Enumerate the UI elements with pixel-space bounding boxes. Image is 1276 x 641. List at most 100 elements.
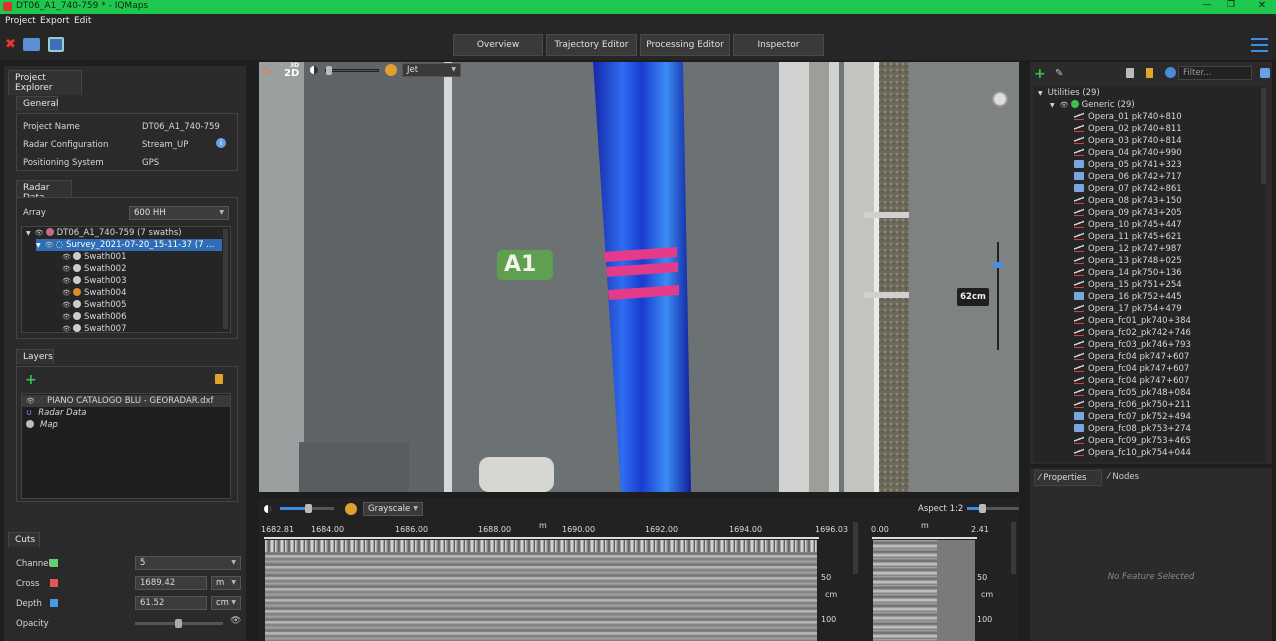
radargram[interactable] bbox=[265, 540, 817, 641]
opacity-slider[interactable] bbox=[135, 619, 223, 628]
utility-item[interactable]: Opera_fc04 pk747+607 bbox=[1074, 375, 1189, 387]
utility-item[interactable]: Opera_fc10_pk754+044 bbox=[1074, 447, 1191, 459]
utility-filter-input[interactable]: Filter... bbox=[1178, 66, 1252, 80]
side-radargram[interactable] bbox=[873, 540, 975, 641]
menu-edit[interactable]: Edit bbox=[74, 16, 91, 26]
utility-item[interactable]: Opera_07 pk742+861 bbox=[1074, 183, 1182, 195]
utility-item[interactable]: Opera_12 pk747+987 bbox=[1074, 243, 1182, 255]
utility-item[interactable]: Opera_14 pk750+136 bbox=[1074, 267, 1182, 279]
hamburger-menu-icon[interactable] bbox=[1251, 38, 1268, 52]
edit-icon[interactable]: ✎ bbox=[1055, 68, 1063, 79]
aspect-slider[interactable] bbox=[967, 504, 1019, 513]
tree-item-swath[interactable]: 👁 Swath001 bbox=[62, 251, 127, 263]
depth-unit-select[interactable]: cm bbox=[211, 596, 241, 610]
add-layer-icon[interactable]: + bbox=[25, 372, 37, 388]
tab-trajectory-editor[interactable]: Trajectory Editor bbox=[546, 34, 637, 56]
tree-scrollbar[interactable] bbox=[223, 229, 228, 329]
utility-item[interactable]: Opera_fc01_pk740+384 bbox=[1074, 315, 1191, 327]
close-window-icon[interactable]: ✕ bbox=[1255, 0, 1269, 14]
utility-item[interactable]: Opera_fc03_pk746+793 bbox=[1074, 339, 1191, 351]
tab-properties[interactable]: ⁄ Properties bbox=[1034, 470, 1102, 486]
colormap-select[interactable]: Jet bbox=[402, 63, 461, 77]
utility-item[interactable]: Opera_11 pk745+621 bbox=[1074, 231, 1182, 243]
restore-icon[interactable]: ❐ bbox=[1224, 0, 1238, 14]
utility-item[interactable]: Opera_fc02_pk742+746 bbox=[1074, 327, 1191, 339]
utility-item[interactable]: Opera_fc06_pk750+211 bbox=[1074, 399, 1191, 411]
cross-unit-select[interactable]: m bbox=[211, 576, 241, 590]
depth-slider[interactable] bbox=[993, 242, 1003, 350]
tab-overview[interactable]: Overview bbox=[453, 34, 543, 56]
profile-colormap-select[interactable]: Grayscale bbox=[363, 502, 423, 516]
tree-item-swath[interactable]: 👁 Swath005 bbox=[62, 299, 127, 311]
utility-item[interactable]: Opera_09 pk743+205 bbox=[1074, 207, 1182, 219]
eye-icon[interactable]: 👁 bbox=[1060, 99, 1069, 111]
utility-item[interactable]: Opera_17 pk754+479 bbox=[1074, 303, 1182, 315]
tree-item-swath[interactable]: 👁 Swath004 bbox=[62, 287, 127, 299]
utility-item[interactable]: Opera_15 pk751+254 bbox=[1074, 279, 1182, 291]
eye-icon[interactable]: 👁 bbox=[62, 275, 71, 287]
utility-item[interactable]: Opera_03 pk740+814 bbox=[1074, 135, 1182, 147]
depth-input[interactable]: 61.52 bbox=[135, 596, 207, 610]
utility-item[interactable]: Opera_fc05_pk748+084 bbox=[1074, 387, 1191, 399]
utility-item[interactable]: Opera_13 pk748+025 bbox=[1074, 255, 1182, 267]
utilities-root[interactable]: ▼ Utilities (29) bbox=[1038, 87, 1100, 99]
profile-scrollbar[interactable] bbox=[853, 522, 858, 574]
project-explorer-tab[interactable]: Project Explorer bbox=[8, 70, 82, 95]
tree-item-swath[interactable]: 👁 Swath007 bbox=[62, 323, 127, 335]
layer-item[interactable]: 👁 ⟋ PIANO CATALOGO BLU - GEORADAR.dxf bbox=[22, 395, 230, 407]
utility-item[interactable]: Opera_fc04 pk747+607 bbox=[1074, 363, 1189, 375]
tree-item-swath[interactable]: 👁 Swath002 bbox=[62, 263, 127, 275]
visibility-toggle-icon[interactable]: 👁 bbox=[230, 616, 241, 626]
contrast-slider[interactable] bbox=[280, 504, 334, 513]
tree-item-survey[interactable]: ▼ 👁 ◌ Survey_2021-07-20_15-11-37 (7 ... bbox=[36, 239, 222, 251]
menu-export[interactable]: Export bbox=[40, 16, 69, 26]
add-utility-icon[interactable]: + bbox=[1034, 66, 1046, 82]
utility-item[interactable]: Opera_fc09_pk753+465 bbox=[1074, 435, 1191, 447]
brightness-slider[interactable] bbox=[325, 66, 379, 75]
layers-toggle-icon[interactable] bbox=[1260, 68, 1270, 78]
palette-icon[interactable] bbox=[345, 503, 357, 515]
utility-item[interactable]: Opera_02 pk740+811 bbox=[1074, 123, 1182, 135]
eye-icon[interactable]: 👁 bbox=[62, 299, 71, 311]
utility-item[interactable]: Opera_fc04 pk747+607 bbox=[1074, 351, 1189, 363]
utilities-group[interactable]: ▼ 👁 Generic (29) bbox=[1050, 99, 1135, 111]
eye-icon[interactable]: 👁 bbox=[62, 287, 71, 299]
tree-item-swath[interactable]: 👁 Swath003 bbox=[62, 275, 127, 287]
utility-item[interactable]: Opera_05 pk741+323 bbox=[1074, 159, 1182, 171]
minimize-icon[interactable]: — bbox=[1200, 0, 1214, 14]
tab-processing-editor[interactable]: Processing Editor bbox=[640, 34, 730, 56]
eye-icon[interactable]: 👁 bbox=[26, 395, 35, 407]
array-select[interactable]: 600 HH bbox=[129, 206, 229, 220]
utility-item[interactable]: Opera_fc07_pk752+494 bbox=[1074, 411, 1191, 423]
delete-icon[interactable] bbox=[1126, 68, 1134, 78]
utilities-scrollbar[interactable] bbox=[1261, 88, 1266, 184]
brush-icon[interactable] bbox=[215, 374, 223, 384]
tab-inspector[interactable]: Inspector bbox=[733, 34, 824, 56]
brightness-icon[interactable] bbox=[310, 66, 318, 74]
eye-icon[interactable]: 👁 bbox=[62, 323, 71, 335]
layer-item[interactable]: Map bbox=[26, 419, 58, 431]
side-profile-scrollbar[interactable] bbox=[1011, 522, 1016, 574]
eye-icon[interactable]: 👁 bbox=[35, 227, 44, 239]
utility-item[interactable]: Opera_08 pk743+150 bbox=[1074, 195, 1182, 207]
eye-icon[interactable]: 👁 bbox=[62, 251, 71, 263]
eye-icon[interactable]: 👁 bbox=[62, 311, 71, 323]
tab-nodes[interactable]: ⁄ Nodes bbox=[1104, 470, 1160, 486]
utility-item[interactable]: Opera_10 pk745+447 bbox=[1074, 219, 1182, 231]
compass-icon[interactable] bbox=[992, 91, 1008, 107]
cross-input[interactable]: 1689.42 bbox=[135, 576, 207, 590]
utility-item[interactable]: Opera_04 pk740+990 bbox=[1074, 147, 1182, 159]
home-icon[interactable]: ⌂ bbox=[262, 64, 276, 77]
utility-item[interactable]: Opera_fc08_pk753+274 bbox=[1074, 423, 1191, 435]
tree-item-project[interactable]: ▼ 👁 DT06_A1_740-759 (7 swaths) bbox=[26, 227, 182, 239]
palette-icon[interactable] bbox=[385, 64, 397, 76]
layer-item[interactable]: ∪ Radar Data bbox=[26, 407, 86, 419]
close-project-icon[interactable]: ✖ bbox=[5, 37, 16, 52]
contrast-icon[interactable] bbox=[264, 505, 272, 513]
globe-search-icon[interactable] bbox=[1165, 67, 1176, 78]
menu-project[interactable]: Project bbox=[5, 16, 36, 26]
eye-icon[interactable]: 👁 bbox=[45, 239, 54, 251]
utility-item[interactable]: Opera_06 pk742+717 bbox=[1074, 171, 1182, 183]
channel-select[interactable]: 5 bbox=[135, 556, 241, 570]
tree-item-swath[interactable]: 👁 Swath006 bbox=[62, 311, 127, 323]
